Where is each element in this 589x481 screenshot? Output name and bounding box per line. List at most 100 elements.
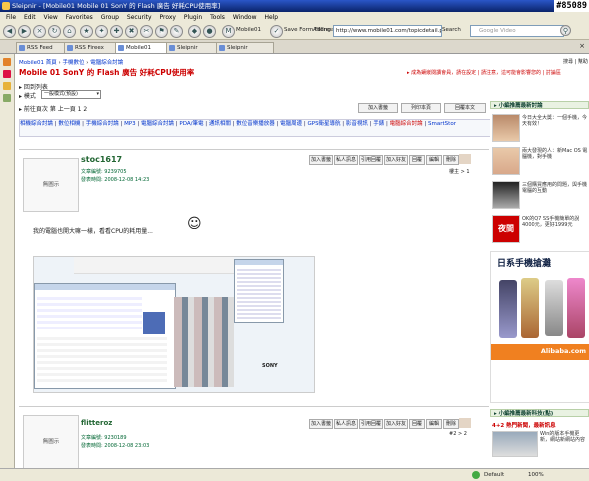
- panel-icon-4[interactable]: [3, 94, 11, 102]
- post-bookmark-button[interactable]: 加入書籤: [309, 155, 333, 165]
- menu-tools[interactable]: Tools: [210, 14, 225, 21]
- breadcrumb-right[interactable]: 搜尋 | 幫助: [563, 58, 588, 65]
- sidebar-item[interactable]: OK的Q7 SS手機簡單的說4000元，更好1999元: [522, 216, 588, 228]
- post-bookmark-button[interactable]: 加入書籤: [309, 419, 333, 429]
- post-add-friend-button[interactable]: 加入好友: [384, 419, 408, 429]
- paging[interactable]: ▸ 前往頁次 第 上一頁 1 2: [19, 104, 87, 113]
- menu-proxy[interactable]: Proxy: [159, 14, 175, 21]
- sidebar-news-title[interactable]: 4+2 熱門新聞，最新訊息: [492, 421, 556, 429]
- sidebar-item[interactable]: 三個購買應用的問題，與手機電腦的互動: [522, 182, 588, 194]
- zoom-level[interactable]: 100%: [528, 469, 544, 481]
- post-edit-button[interactable]: 編輯: [426, 419, 442, 429]
- tab-rss-fireex[interactable]: RSS Fireex: [64, 42, 120, 53]
- japan-phone-banner[interactable]: 日系手機搶灘 Alibaba.com: [490, 251, 589, 403]
- stop-icon[interactable]: ×: [33, 25, 46, 38]
- tab-rss-feed[interactable]: RSS Feed: [16, 42, 68, 53]
- menu-window[interactable]: Window: [233, 14, 257, 21]
- bookmark-button[interactable]: 加入書籤: [358, 103, 398, 113]
- forum-nav-item[interactable]: MP3: [124, 121, 136, 127]
- form-icon[interactable]: ✓: [270, 25, 283, 38]
- address-input[interactable]: http://www.mobile01.com/topicdetail.php?…: [333, 25, 442, 37]
- sidebar-heading: ▸ 小編推薦最新討論: [490, 101, 589, 109]
- chevron-down-icon: ▾: [96, 91, 99, 97]
- tool-icon-8[interactable]: ◆: [188, 25, 201, 38]
- post-quote-button[interactable]: 引用回覆: [359, 419, 383, 429]
- mobile01-icon[interactable]: M: [222, 25, 235, 38]
- search-input[interactable]: Google Video: [470, 25, 564, 37]
- sidebar-thumb[interactable]: [492, 114, 520, 142]
- post-reply-button[interactable]: 回覆: [409, 155, 425, 165]
- mobile01-label[interactable]: Mobile01: [236, 27, 261, 33]
- post-author[interactable]: stoc1617: [81, 155, 122, 164]
- post-pm-button[interactable]: 私人訊息: [334, 155, 358, 165]
- print-button[interactable]: 列印本頁: [401, 103, 441, 113]
- menu-security[interactable]: Security: [127, 14, 152, 21]
- phone-image: [499, 280, 517, 338]
- breadcrumb-root[interactable]: Mobile01 首頁: [19, 60, 57, 66]
- home-icon[interactable]: ⌂: [63, 25, 76, 38]
- post-reply-button[interactable]: 回覆: [409, 419, 425, 429]
- post-delete-button[interactable]: 刪除: [443, 419, 459, 429]
- menu-view[interactable]: View: [44, 14, 58, 21]
- forum-nav-item[interactable]: 數位音樂播放器: [236, 121, 275, 127]
- forum-nav-item[interactable]: PDA/筆電: [179, 121, 203, 127]
- forum-nav-item[interactable]: 手錶: [373, 121, 384, 127]
- sidebar-thumb[interactable]: [492, 147, 520, 175]
- panel-icon-2[interactable]: [3, 70, 11, 78]
- status-default-label[interactable]: Default: [484, 469, 504, 481]
- sidebar-item[interactable]: 兩大發現的人：新Mac OS 電腦機，對手機: [522, 148, 588, 160]
- forum-nav-item[interactable]: 通訊相關: [209, 121, 231, 127]
- back-icon[interactable]: ◀: [3, 25, 16, 38]
- sidebar-night-thumb[interactable]: 夜間: [492, 215, 520, 243]
- forum-nav-item-active[interactable]: 電腦綜合討論: [390, 121, 423, 127]
- tool-icon-9[interactable]: ●: [203, 25, 216, 38]
- tool-icon-1[interactable]: ★: [80, 25, 93, 38]
- panel-icon-1[interactable]: [3, 58, 11, 66]
- refresh-icon[interactable]: ↻: [48, 25, 61, 38]
- menu-help[interactable]: Help: [264, 14, 278, 21]
- post-delete-button[interactable]: 刪除: [443, 155, 459, 165]
- mode-select[interactable]: 一般模式(預設) ▾: [41, 90, 101, 99]
- forum-nav-item[interactable]: GPS衛星導航: [307, 121, 340, 127]
- tab-sleipnir-2[interactable]: Sleipnir: [216, 42, 274, 53]
- search-go-icon[interactable]: ⚲: [560, 25, 571, 36]
- reply-button[interactable]: 回覆本文: [444, 103, 486, 113]
- forum-nav-item[interactable]: 影音視訊: [346, 121, 368, 127]
- tool-icon-3[interactable]: ✚: [110, 25, 123, 38]
- menu-edit[interactable]: Edit: [24, 14, 36, 21]
- tool-icon-5[interactable]: ✂: [140, 25, 153, 38]
- post-2: 無圖示 flitteroz 文章編號: 9230189 發表時間: 2008-1…: [19, 406, 489, 468]
- post-quote-button[interactable]: 引用回覆: [359, 155, 383, 165]
- tool-icon-7[interactable]: ✎: [170, 25, 183, 38]
- panel-icon-3[interactable]: [3, 82, 11, 90]
- menu-plugin[interactable]: Plugin: [184, 14, 202, 21]
- screenshot-tag: #85089: [554, 0, 589, 12]
- sidebar-news-image[interactable]: [492, 431, 538, 457]
- forum-nav-item[interactable]: 電腦綜合討論: [141, 121, 174, 127]
- post-author[interactable]: flitteroz: [81, 419, 112, 427]
- search-label: Search: [442, 27, 461, 33]
- forum-nav-item[interactable]: 電腦周邊: [280, 121, 302, 127]
- tool-icon-2[interactable]: ✦: [95, 25, 108, 38]
- post-pm-button[interactable]: 私人訊息: [334, 419, 358, 429]
- sidebar-item[interactable]: 今日大全大獎：一個手機，今天有效！: [522, 115, 588, 127]
- menu-file[interactable]: File: [6, 14, 16, 21]
- forum-nav-item[interactable]: 手機綜合討論: [86, 121, 119, 127]
- forward-icon[interactable]: ▶: [18, 25, 31, 38]
- forum-nav-item[interactable]: 相機綜合討論: [20, 121, 53, 127]
- forum-nav-item[interactable]: SmartStor: [428, 121, 456, 127]
- tab-close-icon[interactable]: ×: [579, 42, 585, 50]
- screenshot-task-manager: [34, 283, 176, 389]
- post-thumb-icon: [459, 154, 471, 164]
- sidebar-thumb[interactable]: [492, 181, 520, 209]
- breadcrumb-part1[interactable]: 手機數位: [63, 60, 85, 66]
- sidebar-news-text[interactable]: Win的版本手機更新，網站新網站內容: [540, 431, 588, 443]
- post-add-friend-button[interactable]: 加入好友: [384, 155, 408, 165]
- breadcrumb-part2[interactable]: 電腦綜合討論: [90, 60, 123, 66]
- menu-favorites[interactable]: Favorites: [66, 14, 93, 21]
- forum-nav-item[interactable]: 數位相機: [58, 121, 80, 127]
- tool-icon-4[interactable]: ✖: [125, 25, 138, 38]
- tool-icon-6[interactable]: ⚑: [155, 25, 168, 38]
- post-edit-button[interactable]: 編輯: [426, 155, 442, 165]
- menu-group[interactable]: Group: [101, 14, 119, 21]
